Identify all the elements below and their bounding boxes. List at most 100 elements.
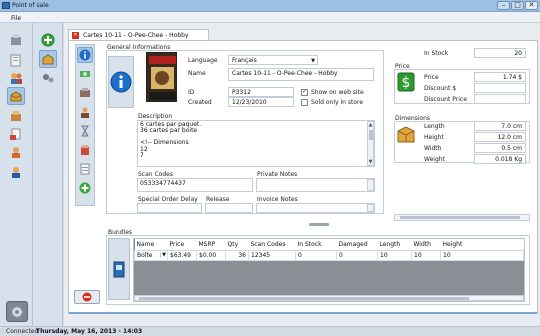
- width-label: Width: [424, 145, 442, 152]
- length-field[interactable]: 7.0 cm: [474, 121, 526, 131]
- status-datetime: Thursday, May 16, 2013 - 14:03: [36, 328, 143, 335]
- column-header[interactable]: Name: [134, 239, 168, 251]
- sidebar-item-staff[interactable]: [7, 163, 25, 181]
- info-icon: [110, 71, 132, 93]
- add-product-button[interactable]: [39, 31, 57, 49]
- nav-inventory[interactable]: [77, 85, 93, 101]
- nav-orders[interactable]: [77, 142, 93, 158]
- table-row[interactable]: Boîte ▼ $63.49 $0.00 36 12345 0 0 10 10 1…: [134, 250, 524, 261]
- table-cell[interactable]: 36: [225, 250, 249, 261]
- table-cell[interactable]: $0.00: [196, 250, 226, 261]
- tab-product[interactable]: ✕ Cartes 10-11 - O-Pee-Chee - Hobby: [68, 29, 209, 40]
- table-cell-name[interactable]: Boîte ▼: [134, 250, 168, 261]
- discount-price-field[interactable]: [474, 94, 526, 104]
- settings-button[interactable]: [6, 301, 28, 322]
- sidebar-item-employees[interactable]: [7, 143, 25, 161]
- nav-price[interactable]: [77, 66, 93, 82]
- description-textarea[interactable]: 6 cartes par paquet. 36 cartes par boite…: [137, 120, 375, 167]
- nav-history[interactable]: [77, 123, 93, 139]
- sidebar-item-orders[interactable]: [7, 107, 25, 125]
- close-tab-icon[interactable]: ✕: [72, 32, 79, 39]
- weight-field[interactable]: 0.018 Kg: [474, 154, 526, 164]
- table-cell[interactable]: $63.49: [167, 250, 197, 261]
- section-nav: [75, 44, 95, 206]
- splitter-handle[interactable]: [309, 223, 329, 226]
- orders-icon: [81, 145, 89, 155]
- created-field[interactable]: 12/23/2010: [228, 97, 294, 107]
- nav-notes[interactable]: [77, 161, 93, 177]
- bundles-scrollbar[interactable]: [134, 295, 524, 301]
- discount-label: Discount $: [424, 85, 457, 92]
- notes-icon: [80, 163, 90, 175]
- length-label: Length: [424, 123, 445, 130]
- invoice-notes-scrollbar[interactable]: [367, 204, 374, 212]
- sidebar-item-customers[interactable]: [7, 69, 25, 87]
- discount-price-label: Discount Price: [424, 96, 467, 103]
- column-header[interactable]: Price: [167, 239, 197, 251]
- add-icon: [41, 33, 55, 47]
- nav-add-section[interactable]: [77, 180, 93, 196]
- table-cell[interactable]: 10: [377, 250, 412, 261]
- close-button[interactable]: ✕: [525, 1, 538, 10]
- sold-store-checkbox[interactable]: [301, 99, 308, 106]
- name-field[interactable]: Cartes 10-11 - O-Pee-Chee - Hobby: [228, 68, 374, 81]
- bundle-name-value: Boîte: [137, 252, 153, 259]
- sidebar-item-documents[interactable]: [7, 51, 25, 69]
- scroll-down-icon[interactable]: ▼: [368, 159, 373, 165]
- private-notes-scrollbar[interactable]: [367, 179, 374, 191]
- sidebar-item-reports[interactable]: [7, 125, 25, 143]
- product-image[interactable]: [146, 52, 177, 102]
- column-header[interactable]: Qty: [225, 239, 249, 251]
- table-cell[interactable]: 0: [295, 250, 337, 261]
- menu-file[interactable]: File: [11, 15, 21, 22]
- column-header[interactable]: Scan Codes: [248, 239, 296, 251]
- special-order-label: Special Order Delay: [138, 196, 198, 203]
- nav-general-info[interactable]: [77, 47, 93, 63]
- delete-product-button[interactable]: [74, 290, 100, 304]
- product-list-button[interactable]: [39, 50, 57, 68]
- maximize-button[interactable]: □: [511, 1, 524, 10]
- sidebar-item-products[interactable]: [7, 87, 25, 105]
- column-header[interactable]: Height: [440, 239, 524, 251]
- in-stock-field[interactable]: 20: [474, 48, 526, 58]
- categories-button[interactable]: [39, 69, 57, 87]
- minimize-button[interactable]: –: [497, 1, 510, 10]
- id-field[interactable]: P3312: [228, 87, 294, 97]
- show-web-checkbox[interactable]: [301, 89, 308, 96]
- invoice-notes-field[interactable]: [256, 203, 375, 213]
- table-cell[interactable]: 12345: [248, 250, 296, 261]
- column-header[interactable]: Length: [377, 239, 412, 251]
- release-field[interactable]: [205, 203, 253, 213]
- sidebar-item-cash-register[interactable]: [7, 31, 25, 49]
- private-notes-field[interactable]: [256, 178, 375, 192]
- description-scrollbar[interactable]: ▲ ▼: [367, 121, 374, 166]
- table-cell[interactable]: 0: [336, 250, 378, 261]
- right-panel-scrollbar[interactable]: [394, 214, 530, 221]
- special-order-field[interactable]: [137, 203, 202, 213]
- dimensions-badge: [396, 125, 416, 145]
- width-field[interactable]: 0.5 cm: [474, 143, 526, 153]
- column-header[interactable]: Damaged: [336, 239, 378, 251]
- name-label: Name: [188, 70, 206, 77]
- connection-status: Connected: [6, 328, 39, 335]
- created-label: Created: [188, 99, 212, 106]
- column-header[interactable]: MSRP: [196, 239, 226, 251]
- table-cell[interactable]: 10: [440, 250, 524, 261]
- in-stock-label: In Stock: [424, 50, 449, 57]
- height-label: Height: [424, 134, 444, 141]
- delete-icon: [82, 292, 92, 302]
- language-select[interactable]: Français ▼: [228, 55, 318, 65]
- panel-footer-line: [69, 312, 537, 314]
- nav-supplier[interactable]: [77, 104, 93, 120]
- chevron-down-icon[interactable]: ▼: [160, 252, 166, 258]
- scroll-up-icon[interactable]: ▲: [368, 122, 373, 128]
- table-cell[interactable]: 10: [411, 250, 441, 261]
- price-field[interactable]: 1.74 $: [474, 72, 526, 82]
- scan-codes-field[interactable]: 053334774437: [137, 178, 253, 192]
- height-field[interactable]: 12.0 cm: [474, 132, 526, 142]
- gear-icon: [11, 306, 23, 317]
- tab-label: Cartes 10-11 - O-Pee-Chee - Hobby: [83, 32, 189, 39]
- discount-field[interactable]: [474, 83, 526, 93]
- column-header[interactable]: In Stock: [295, 239, 337, 251]
- column-header[interactable]: Width: [411, 239, 441, 251]
